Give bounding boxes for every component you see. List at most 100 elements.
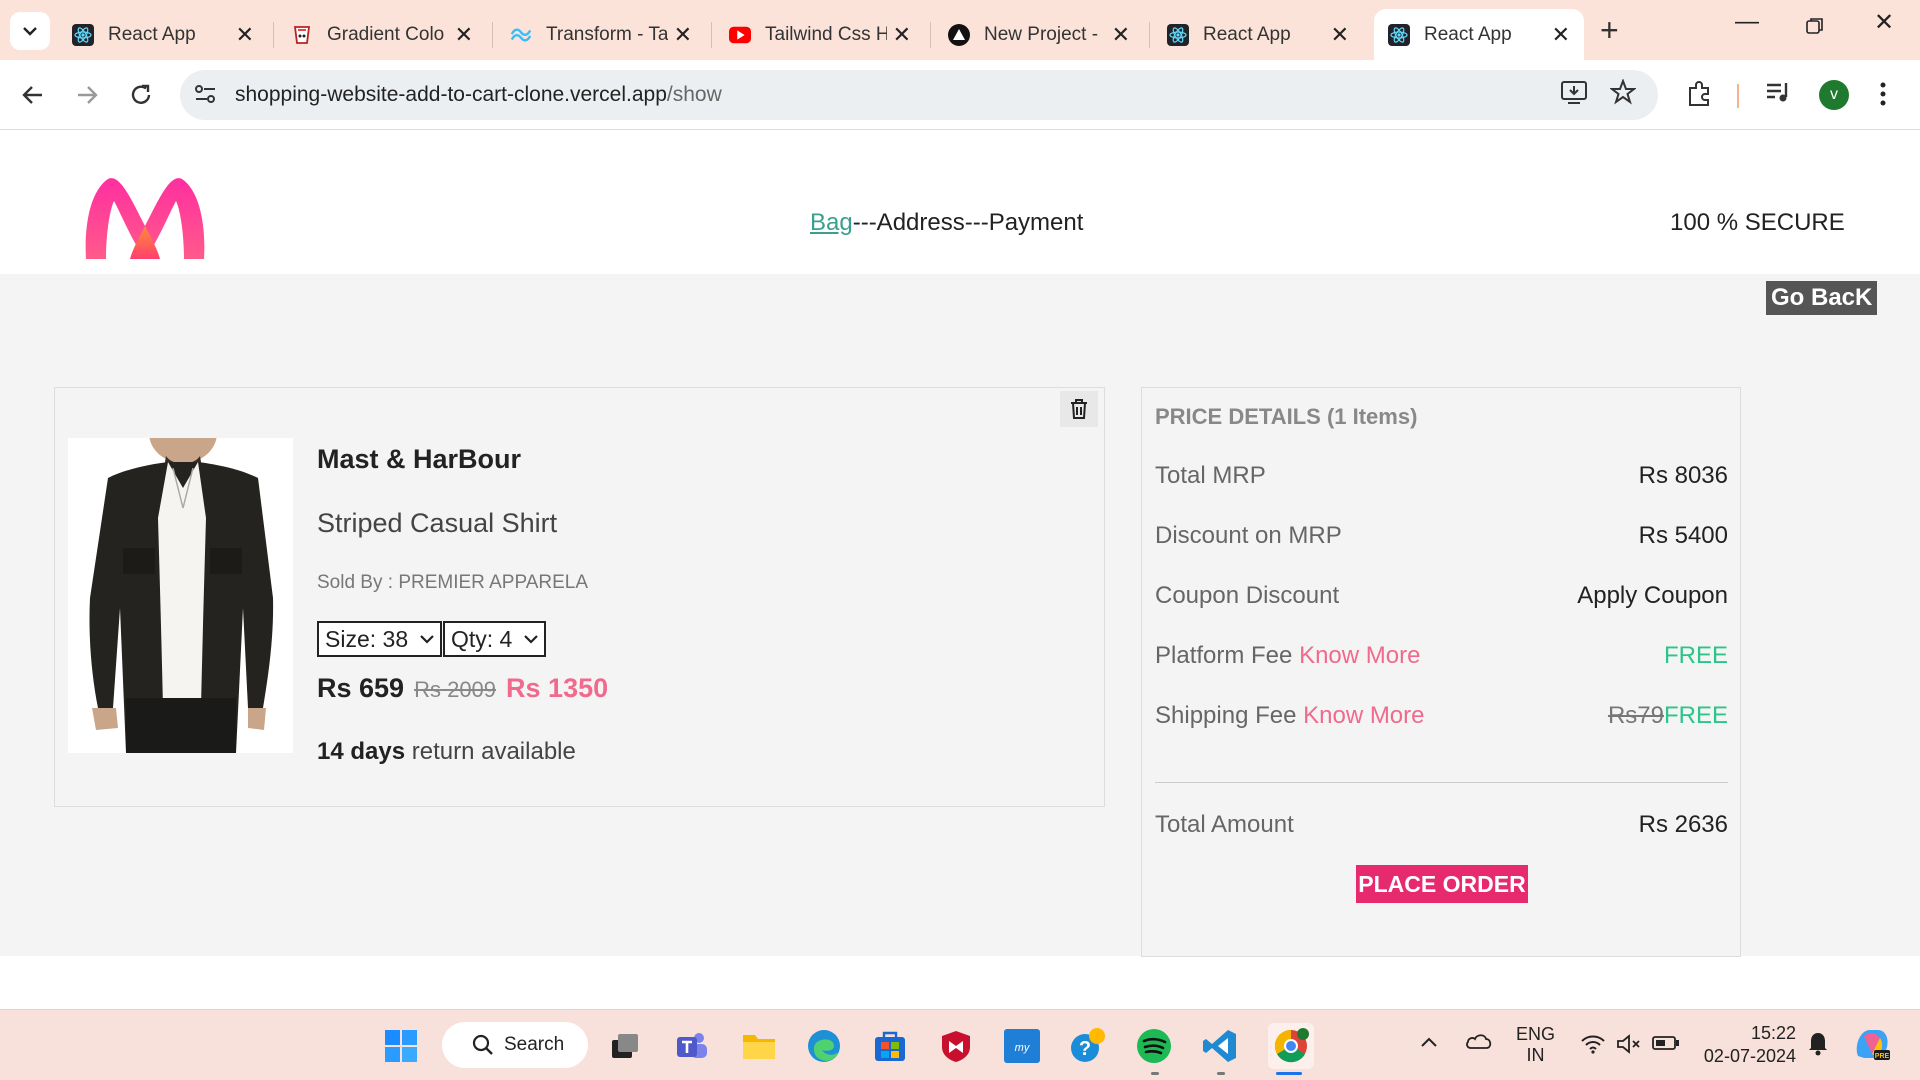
extensions-icon[interactable]	[1686, 79, 1714, 112]
tab-divider	[1149, 22, 1150, 48]
close-icon[interactable]: ✕	[1112, 22, 1130, 48]
tab-strip: React App ✕ Gradient Colo ✕ Transform - …	[0, 0, 1920, 60]
gradient-icon	[291, 24, 313, 46]
microsoft-store-icon[interactable]	[871, 1027, 909, 1065]
spotify-icon[interactable]	[1135, 1027, 1173, 1065]
step-bag-link[interactable]: Bag	[810, 209, 853, 236]
shipping-fee-value: FREE	[1663, 702, 1728, 729]
total-mrp-value: Rs 8036	[1638, 462, 1728, 489]
close-icon[interactable]: ✕	[674, 22, 692, 48]
tab-title: React App	[1424, 23, 1512, 45]
total-mrp-label: Total MRP	[1155, 462, 1266, 489]
site-header: Bag---Address---Payment 100 % SECURE	[0, 131, 1920, 274]
coupon-label: Coupon Discount	[1155, 582, 1340, 609]
product-brand: Mast & HarBour	[317, 444, 522, 474]
cart-item-card: Mast & HarBour Striped Casual Shirt Sold…	[54, 387, 1105, 807]
divider	[1155, 782, 1728, 783]
tab-new-project[interactable]: New Project - ✕	[934, 9, 1144, 60]
chevron-down-icon	[524, 635, 539, 644]
product-image[interactable]	[68, 438, 293, 753]
tab-react-app-active[interactable]: React App ✕	[1374, 9, 1584, 60]
restore-button[interactable]	[1806, 14, 1824, 42]
apply-coupon-link[interactable]: Apply Coupon	[1577, 582, 1728, 610]
back-button[interactable]	[20, 76, 46, 115]
running-indicator	[1217, 1072, 1225, 1075]
copilot-icon[interactable]: PRE	[1852, 1026, 1892, 1067]
clock[interactable]: 15:22 02-07-2024	[1700, 1022, 1796, 1068]
shipping-fee-row: Shipping Fee Know More Rs79FREE	[1155, 702, 1728, 730]
shipping-know-more-link[interactable]: Know More	[1303, 702, 1424, 729]
tab-react-app-1[interactable]: React App ✕	[58, 9, 268, 60]
go-back-button[interactable]: Go BacK	[1766, 281, 1878, 315]
checkout-steps: Bag---Address---Payment	[810, 209, 1083, 237]
windows-start-icon[interactable]	[382, 1027, 420, 1065]
file-explorer-icon[interactable]	[740, 1027, 778, 1065]
show-hidden-icons[interactable]	[1420, 1032, 1438, 1053]
tab-search-button[interactable]	[10, 12, 50, 50]
web-page: Bag---Address---Payment 100 % SECURE Go …	[0, 131, 1920, 1009]
place-order-button[interactable]: PLACE ORDER	[1356, 865, 1528, 903]
total-mrp-row: Total MRP Rs 8036	[1155, 462, 1728, 490]
install-app-icon[interactable]	[1560, 79, 1588, 110]
restore-icon	[1806, 18, 1823, 34]
platform-know-more-link[interactable]: Know More	[1299, 642, 1420, 669]
wifi-icon[interactable]	[1580, 1034, 1606, 1059]
vscode-icon[interactable]	[1201, 1027, 1239, 1065]
task-view-icon[interactable]	[606, 1027, 644, 1065]
original-price: Rs 2009	[414, 677, 497, 702]
myhp-icon[interactable]: my	[1003, 1027, 1041, 1065]
bookmark-star-icon[interactable]	[1609, 78, 1637, 110]
url-host: shopping-website-add-to-cart-clone.verce…	[235, 83, 667, 106]
secure-label: 100 % SECURE	[1670, 209, 1845, 236]
tab-divider	[492, 22, 493, 48]
product-name: Striped Casual Shirt	[317, 508, 558, 538]
teams-icon[interactable]	[673, 1027, 711, 1065]
notifications-icon[interactable]	[1806, 1030, 1830, 1061]
language-indicator[interactable]: ENG IN	[1516, 1024, 1555, 1066]
tab-youtube-tailwind[interactable]: Tailwind Css H ✕	[715, 9, 925, 60]
more-menu-icon[interactable]	[1878, 80, 1888, 113]
get-help-icon[interactable]: ?	[1069, 1027, 1107, 1065]
shipping-fee-label: Shipping Fee	[1155, 702, 1297, 729]
close-icon[interactable]: ✕	[1331, 22, 1349, 48]
tab-gradient-colors[interactable]: Gradient Colo ✕	[277, 9, 487, 60]
media-controls-icon[interactable]	[1764, 79, 1792, 110]
mcafee-icon[interactable]	[937, 1027, 975, 1065]
tab-title: Gradient Colo	[327, 23, 445, 45]
svg-text:my: my	[1015, 1042, 1031, 1054]
forward-button[interactable]	[74, 76, 100, 115]
close-icon[interactable]: ✕	[236, 22, 254, 48]
new-tab-button[interactable]: +	[1600, 14, 1619, 46]
profile-avatar[interactable]: v	[1819, 80, 1849, 110]
edge-icon[interactable]	[805, 1027, 843, 1065]
window-close-button[interactable]: ✕	[1874, 8, 1894, 37]
battery-icon[interactable]	[1652, 1035, 1680, 1056]
trash-icon	[1071, 399, 1087, 419]
myntra-logo[interactable]	[80, 171, 210, 271]
tab-transform-tailwind[interactable]: Transform - Ta ✕	[496, 9, 706, 60]
react-icon	[1388, 23, 1410, 46]
size-select[interactable]: Size: 38	[317, 621, 443, 657]
step-address-payment: ---Address---Payment	[852, 209, 1084, 236]
running-indicator	[1151, 1072, 1159, 1075]
url-text[interactable]: shopping-website-add-to-cart-clone.verce…	[235, 83, 722, 107]
close-icon[interactable]: ✕	[893, 22, 911, 48]
tab-divider	[930, 22, 931, 48]
quantity-select[interactable]: Qty: 4	[443, 621, 547, 657]
volume-muted-icon[interactable]	[1616, 1034, 1642, 1059]
close-icon[interactable]: ✕	[455, 22, 473, 48]
chrome-icon[interactable]	[1268, 1023, 1314, 1069]
reload-button[interactable]	[128, 76, 154, 115]
total-amount-row: Total Amount Rs 2636	[1155, 811, 1728, 839]
taskbar-search[interactable]: Search	[442, 1022, 588, 1068]
discount-amount: Rs 1350	[506, 673, 609, 703]
onedrive-icon[interactable]	[1465, 1032, 1493, 1055]
close-icon[interactable]: ✕	[1552, 22, 1570, 48]
site-info-icon[interactable]	[193, 82, 219, 111]
tab-react-app-2[interactable]: React App ✕	[1153, 9, 1363, 60]
platform-fee-value: FREE	[1663, 642, 1728, 669]
tailwind-icon	[510, 24, 532, 46]
remove-item-button[interactable]	[1060, 391, 1098, 427]
minimize-button[interactable]: —	[1735, 8, 1759, 36]
search-icon	[472, 1034, 493, 1055]
